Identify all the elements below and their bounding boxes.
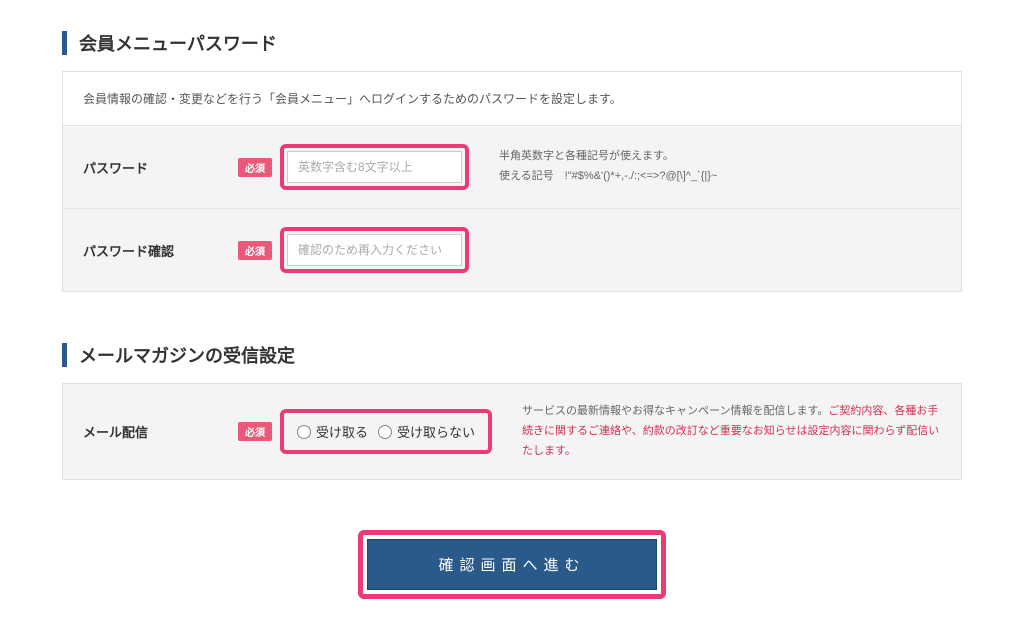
radio-icon	[297, 425, 311, 439]
password-confirm-row: パスワード確認 必須	[63, 209, 961, 291]
section-title: メールマガジンの受信設定	[79, 342, 295, 368]
section-accent-bar	[62, 343, 67, 367]
form-label-cell: パスワード	[63, 126, 238, 208]
section-header: 会員メニューパスワード	[62, 30, 962, 56]
form-input-cell: 必須 受け取る 受け取らない	[238, 384, 502, 479]
field-label: メール配信	[83, 422, 148, 441]
section-accent-bar	[62, 31, 67, 55]
radio-not-receive[interactable]: 受け取らない	[378, 422, 475, 441]
highlight-box	[280, 227, 469, 273]
section-header: メールマガジンの受信設定	[62, 342, 962, 368]
form-input-cell: 必須	[238, 209, 479, 291]
form-help-cell	[479, 209, 961, 291]
field-label: パスワード確認	[83, 241, 174, 260]
password-row: パスワード 必須 半角英数字と各種記号が使えます。 使える記号 !"#$%&'(…	[63, 126, 961, 209]
submit-area: 確認画面へ進む	[62, 530, 962, 599]
required-badge: 必須	[238, 241, 272, 260]
help-text: 使える記号 !"#$%&'()*+,-./:;<=>?@[\]^_`{|}~	[499, 167, 941, 187]
form-input-cell: 必須	[238, 126, 479, 208]
password-section: 会員メニューパスワード 会員情報の確認・変更などを行う「会員メニュー」へログイン…	[62, 30, 962, 292]
form-label-cell: パスワード確認	[63, 209, 238, 291]
mail-delivery-row: メール配信 必須 受け取る 受け取らない	[63, 384, 961, 479]
submit-button[interactable]: 確認画面へ進む	[367, 539, 656, 590]
radio-label: 受け取る	[316, 422, 368, 441]
help-text: サービスの最新情報やお得なキャンペーン情報を配信します。	[522, 405, 828, 417]
required-badge: 必須	[238, 422, 272, 441]
highlight-box	[280, 144, 469, 190]
radio-receive[interactable]: 受け取る	[297, 422, 368, 441]
required-badge: 必須	[238, 158, 272, 177]
mail-section: メールマガジンの受信設定 メール配信 必須 受け取る	[62, 342, 962, 480]
highlight-box: 受け取る 受け取らない	[280, 409, 492, 454]
form-help-cell: サービスの最新情報やお得なキャンペーン情報を配信します。ご契約内容、各種お手続き…	[502, 384, 961, 479]
password-confirm-input[interactable]	[287, 234, 462, 266]
radio-label: 受け取らない	[397, 422, 475, 441]
help-text: 半角英数字と各種記号が使えます。	[499, 147, 941, 167]
radio-icon	[378, 425, 392, 439]
section-box: 会員情報の確認・変更などを行う「会員メニュー」へログインするためのパスワードを設…	[62, 71, 962, 292]
section-description: 会員情報の確認・変更などを行う「会員メニュー」へログインするためのパスワードを設…	[63, 72, 961, 126]
radio-group: 受け取る 受け取らない	[287, 416, 485, 447]
section-title: 会員メニューパスワード	[79, 30, 277, 56]
form-label-cell: メール配信	[63, 384, 238, 479]
form-help-cell: 半角英数字と各種記号が使えます。 使える記号 !"#$%&'()*+,-./:;…	[479, 126, 961, 208]
section-box: メール配信 必須 受け取る 受け取らない	[62, 383, 962, 480]
highlight-box: 確認画面へ進む	[358, 530, 665, 599]
field-label: パスワード	[83, 158, 148, 177]
password-input[interactable]	[287, 151, 462, 183]
